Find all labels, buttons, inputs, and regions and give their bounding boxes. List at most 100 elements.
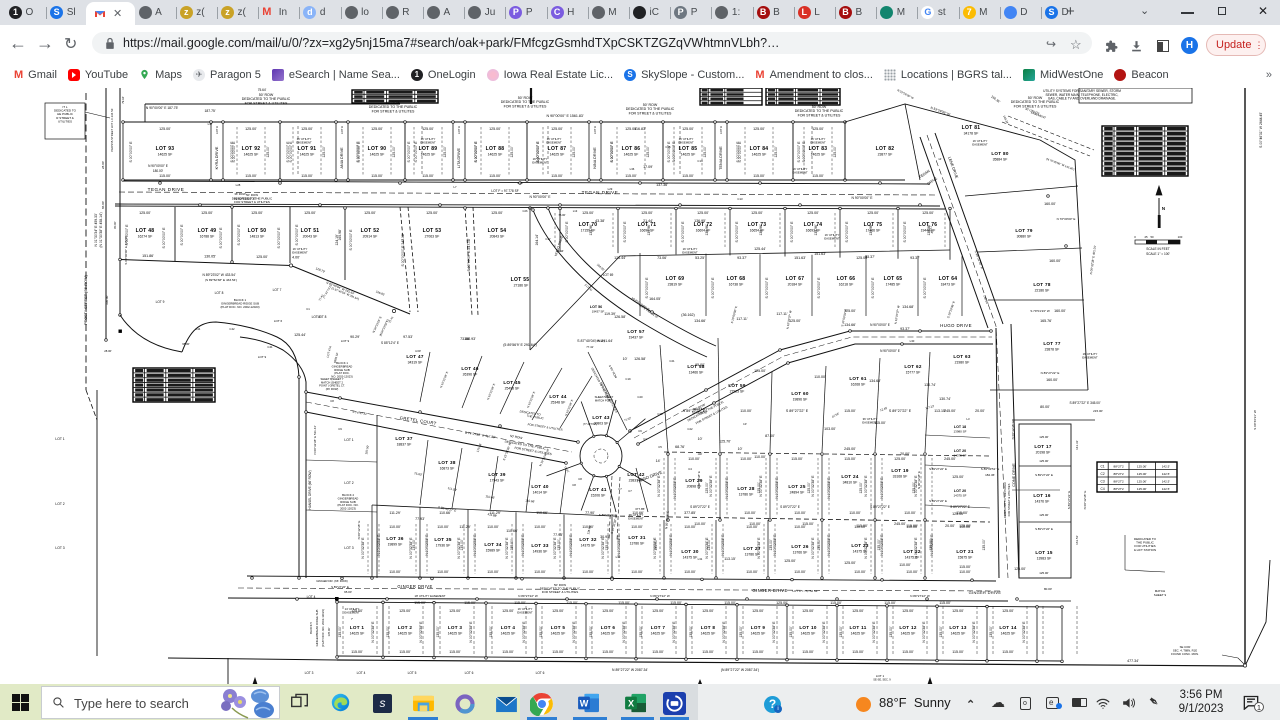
svg-text:S 00°00'00" E: S 00°00'00" E [623, 221, 627, 243]
svg-text:142.5': 142.5' [1162, 472, 1171, 476]
svg-text:16693 SF: 16693 SF [806, 229, 821, 233]
svg-text:LOT 64: LOT 64 [939, 276, 958, 282]
svg-text:125.00': 125.00' [399, 609, 411, 613]
svg-text:17.09': 17.09' [643, 165, 653, 169]
svg-text:LOT 1: LOT 1 [344, 438, 353, 442]
svg-text:19896 SF: 19896 SF [793, 398, 808, 402]
svg-text:S 89°27'22" E: S 89°27'22" E [1035, 473, 1053, 477]
svg-text:20.00': 20.00' [900, 452, 910, 456]
svg-text:377.85': 377.85' [684, 511, 696, 515]
svg-text:LOT 1: LOT 1 [55, 437, 64, 441]
svg-text:125.00': 125.00' [641, 211, 653, 215]
svg-text:LOT 61: LOT 61 [849, 376, 867, 381]
svg-text:LOT 3: LOT 3 [344, 546, 353, 550]
svg-text:TEGAN DRIVE: TEGAN DRIVE [148, 187, 185, 192]
svg-text:14375 SF: 14375 SF [953, 454, 966, 458]
svg-text:25348 SF: 25348 SF [551, 401, 566, 405]
svg-text:LOT 2: LOT 2 [344, 481, 353, 485]
svg-text:135.00': 135.00' [707, 539, 711, 550]
svg-text:88°27'2: 88°27'2 [1114, 472, 1124, 476]
svg-text:N 00°32'38" E: N 00°32'38" E [469, 621, 473, 643]
svg-text:LOT 62: LOT 62 [904, 364, 922, 369]
svg-text:20184 SF: 20184 SF [788, 283, 803, 287]
svg-text:125.00': 125.00' [322, 146, 326, 157]
svg-text:30.95': 30.95' [600, 535, 610, 539]
svg-text:C8: C8 [330, 399, 334, 403]
svg-text:LOT 6: LOT 6 [536, 671, 545, 675]
svg-text:FOR STREET & UTILITIES: FOR STREET & UTILITIES [1007, 483, 1011, 516]
svg-text:S 00°00'00" E: S 00°00'00" E [903, 221, 907, 243]
svg-text:14': 14' [938, 157, 942, 161]
svg-text:N 00°32'38" E: N 00°32'38" E [914, 537, 918, 559]
svg-text:125.00': 125.00' [844, 561, 856, 565]
svg-text:125.00': 125.00' [1039, 513, 1049, 517]
svg-text:115.00': 115.00' [682, 174, 694, 178]
svg-text:S 00°00'00" E: S 00°00'00" E [735, 221, 739, 243]
svg-text:125.00': 125.00' [833, 146, 837, 157]
svg-text:88°27'2: 88°27'2 [1114, 487, 1124, 491]
svg-text:N 00°32'38" E: N 00°32'38" E [672, 621, 676, 643]
svg-text:LOT 91: LOT 91 [298, 146, 317, 152]
svg-text:113.15': 113.15' [934, 409, 946, 413]
svg-text:S 89°27'22" E: S 89°27'22" E [1067, 491, 1071, 510]
svg-text:N 90°00'00" E: N 90°00'00" E [880, 349, 900, 353]
svg-text:20914 SF: 20914 SF [363, 235, 378, 239]
svg-text:LOT 30: LOT 30 [681, 549, 699, 554]
svg-text:125.00': 125.00' [159, 127, 171, 131]
svg-text:125.00': 125.00' [510, 146, 514, 157]
svg-text:LOT 88: LOT 88 [486, 146, 505, 152]
svg-text:125.00': 125.00' [489, 127, 501, 131]
svg-text:C9: C9 [338, 427, 342, 431]
svg-text:110.00': 110.00' [389, 525, 401, 529]
svg-text:HUGO DRIVE: HUGO DRIVE [940, 323, 972, 328]
svg-text:LOT 19: LOT 19 [891, 468, 909, 473]
svg-text:N 00°32'38" E: N 00°32'38" E [357, 521, 361, 540]
svg-text:EASEMENT: EASEMENT [810, 141, 826, 145]
svg-text:135.00': 135.00' [338, 626, 342, 637]
svg-text:134.66': 134.66' [694, 319, 706, 323]
svg-text:113.15': 113.15' [724, 557, 736, 561]
svg-text:14625 SF: 14625 SF [752, 153, 767, 157]
svg-text:117.11': 117.11' [776, 312, 787, 316]
svg-text:19437 SF: 19437 SF [592, 310, 605, 314]
svg-text:S 00°00'00" E: S 00°00'00" E [219, 227, 223, 249]
svg-text:N 00°32'38" E: N 00°32'38" E [864, 537, 868, 559]
svg-text:17466 SF: 17466 SF [866, 229, 881, 233]
svg-text:17936 SF: 17936 SF [436, 544, 451, 548]
svg-text:135.00': 135.00' [436, 626, 440, 637]
svg-text:LOT A: LOT A [593, 126, 597, 134]
svg-text:LOT 44: LOT 44 [549, 394, 567, 399]
svg-text:14625 SF: 14625 SF [651, 632, 666, 636]
svg-text:110.00': 110.00' [694, 522, 706, 526]
svg-text:135.00': 135.00' [539, 626, 543, 637]
svg-text:80.00': 80.00' [1040, 405, 1050, 409]
svg-text:L7: L7 [453, 185, 457, 189]
svg-text:16738 SF: 16738 SF [729, 283, 744, 287]
svg-text:LOT 7: LOT 7 [273, 288, 282, 292]
svg-text:14625 SF: 14625 SF [681, 153, 696, 157]
svg-text:GINGERBREAD RIDGE SUB: GINGERBREAD RIDGE SUB [315, 609, 319, 646]
svg-text:LOT 25: LOT 25 [788, 484, 806, 489]
svg-text:LOT 3: LOT 3 [305, 671, 314, 675]
svg-text:14375 SF: 14375 SF [953, 494, 966, 498]
svg-text:N 00°32'38" E 511.44': N 00°32'38" E 511.44' [313, 425, 317, 454]
svg-text:15777 SF: 15777 SF [906, 371, 921, 375]
svg-text:C13: C13 [737, 197, 743, 201]
svg-text:15875 SF: 15875 SF [958, 556, 973, 560]
svg-text:125.00': 125.00' [952, 609, 964, 613]
svg-text:N 00°32'38" E: N 00°32'38" E [759, 475, 763, 497]
svg-text:N 00°32'38" E: N 00°32'38" E [572, 621, 576, 643]
svg-text:86.00': 86.00' [101, 201, 105, 210]
svg-text:N 00°32'38" E: N 00°32'38" E [722, 621, 726, 643]
svg-text:23878 SF: 23878 SF [1045, 348, 1060, 352]
svg-text:125.00': 125.00' [572, 146, 576, 157]
svg-text:135.00': 135.00' [789, 626, 793, 637]
svg-text:NINA DRIVE: NINA DRIVE [593, 147, 597, 169]
svg-text:21.44': 21.44' [643, 219, 653, 223]
svg-text:93.37': 93.37' [900, 327, 910, 331]
svg-text:LOT 6: LOT 6 [465, 671, 474, 675]
svg-text:LOT 22: LOT 22 [903, 549, 921, 554]
svg-text:LOT 85: LOT 85 [679, 146, 698, 152]
svg-text:14625 SF: 14625 SF [550, 153, 565, 157]
svg-text:N 90°00'00" E: N 90°00'00" E [529, 195, 551, 199]
